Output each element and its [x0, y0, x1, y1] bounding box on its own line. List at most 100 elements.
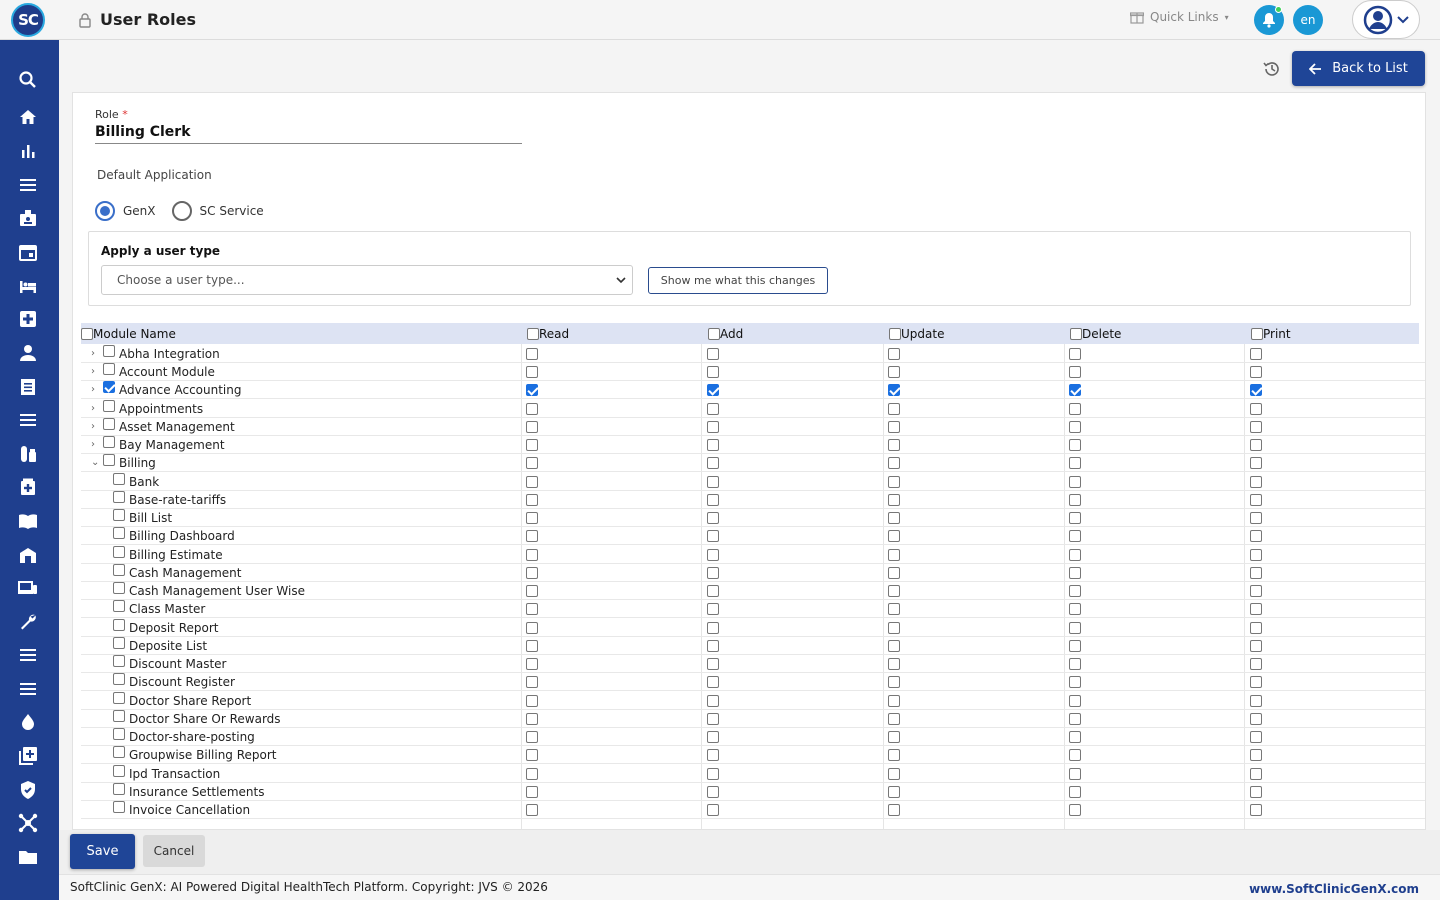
medical-plus-icon[interactable] — [18, 309, 38, 329]
person-icon[interactable] — [18, 343, 38, 363]
print-checkbox[interactable] — [1250, 694, 1262, 707]
module-checkbox[interactable] — [113, 655, 125, 668]
print-checkbox[interactable] — [1250, 548, 1262, 561]
delete-checkbox[interactable] — [1069, 767, 1081, 780]
print-checkbox[interactable] — [1250, 402, 1262, 415]
chevron-right-icon[interactable]: › — [91, 367, 99, 377]
delete-checkbox[interactable] — [1069, 475, 1081, 488]
read-checkbox[interactable] — [526, 767, 538, 780]
module-checkbox[interactable] — [113, 709, 125, 722]
read-checkbox[interactable] — [526, 566, 538, 579]
module-checkbox[interactable] — [113, 636, 125, 649]
update-checkbox[interactable] — [888, 731, 900, 744]
add-checkbox[interactable] — [707, 348, 719, 360]
save-button[interactable]: Save — [70, 834, 135, 869]
update-checkbox[interactable] — [888, 366, 900, 379]
delete-checkbox[interactable] — [1069, 530, 1081, 543]
print-checkbox[interactable] — [1250, 676, 1262, 689]
update-checkbox[interactable] — [888, 639, 900, 652]
read-checkbox[interactable] — [526, 457, 538, 470]
read-checkbox[interactable] — [526, 603, 538, 616]
print-checkbox[interactable] — [1250, 566, 1262, 579]
bed-icon[interactable] — [18, 276, 38, 296]
read-checkbox[interactable] — [526, 384, 538, 397]
print-checkbox[interactable] — [1250, 712, 1262, 725]
back-to-list-button[interactable]: Back to List — [1292, 51, 1425, 86]
update-checkbox[interactable] — [888, 785, 900, 798]
module-checkbox[interactable] — [103, 399, 115, 412]
read-checkbox[interactable] — [526, 749, 538, 762]
delete-checkbox[interactable] — [1069, 749, 1081, 762]
delete-checkbox[interactable] — [1069, 348, 1081, 360]
print-checkbox[interactable] — [1250, 585, 1262, 598]
print-checkbox[interactable] — [1250, 749, 1262, 762]
add-checkbox[interactable] — [707, 712, 719, 725]
print-checkbox[interactable] — [1250, 530, 1262, 543]
history-icon[interactable] — [1262, 59, 1282, 79]
module-checkbox[interactable] — [113, 563, 125, 576]
select-all-checkbox[interactable] — [81, 327, 93, 340]
user-type-select[interactable]: Choose a user type... — [101, 265, 633, 295]
chevron-down-icon[interactable]: ⌄ — [91, 458, 99, 468]
menu-icon[interactable] — [18, 645, 38, 665]
module-checkbox[interactable] — [103, 381, 115, 394]
update-checkbox[interactable] — [888, 603, 900, 616]
delete-checkbox[interactable] — [1069, 639, 1081, 652]
module-checkbox[interactable] — [103, 454, 115, 467]
add-checkbox[interactable] — [707, 512, 719, 525]
list-doc-icon[interactable] — [18, 377, 38, 397]
module-checkbox[interactable] — [103, 363, 115, 376]
add-checkbox[interactable] — [707, 420, 719, 433]
delete-checkbox[interactable] — [1069, 785, 1081, 798]
print-checkbox[interactable] — [1250, 439, 1262, 452]
read-checkbox[interactable] — [526, 348, 538, 360]
delete-checkbox[interactable] — [1069, 548, 1081, 561]
select-all-checkbox[interactable] — [1251, 327, 1263, 340]
delete-checkbox[interactable] — [1069, 512, 1081, 525]
badge-icon[interactable] — [18, 208, 38, 228]
add-checkbox[interactable] — [707, 585, 719, 598]
add-checkbox[interactable] — [707, 749, 719, 762]
profile-menu[interactable] — [1352, 0, 1420, 39]
chevron-right-icon[interactable]: › — [91, 385, 99, 395]
module-checkbox[interactable] — [113, 472, 125, 485]
delete-checkbox[interactable] — [1069, 731, 1081, 744]
add-checkbox[interactable] — [707, 621, 719, 634]
read-checkbox[interactable] — [526, 676, 538, 689]
module-checkbox[interactable] — [113, 618, 125, 631]
network-icon[interactable] — [18, 813, 38, 833]
chevron-right-icon[interactable]: › — [91, 403, 99, 414]
read-checkbox[interactable] — [526, 475, 538, 488]
menu-icon[interactable] — [18, 410, 38, 430]
delete-checkbox[interactable] — [1069, 439, 1081, 452]
module-checkbox[interactable] — [113, 673, 125, 686]
update-checkbox[interactable] — [888, 530, 900, 543]
home-icon[interactable] — [18, 107, 38, 127]
update-checkbox[interactable] — [888, 493, 900, 506]
notifications-button[interactable] — [1254, 5, 1284, 35]
read-checkbox[interactable] — [526, 420, 538, 433]
menu-icon[interactable] — [18, 175, 38, 195]
read-checkbox[interactable] — [526, 585, 538, 598]
read-checkbox[interactable] — [526, 493, 538, 506]
module-checkbox[interactable] — [103, 436, 115, 449]
print-checkbox[interactable] — [1250, 420, 1262, 433]
update-checkbox[interactable] — [888, 621, 900, 634]
update-checkbox[interactable] — [888, 512, 900, 525]
add-checkbox[interactable] — [707, 731, 719, 744]
radio-genx[interactable] — [95, 201, 115, 221]
delete-checkbox[interactable] — [1069, 603, 1081, 616]
select-all-checkbox[interactable] — [889, 327, 901, 340]
read-checkbox[interactable] — [526, 804, 538, 816]
delete-checkbox[interactable] — [1069, 712, 1081, 725]
pharmacy-icon[interactable] — [18, 444, 38, 464]
delete-checkbox[interactable] — [1069, 585, 1081, 598]
print-checkbox[interactable] — [1250, 493, 1262, 506]
quick-links[interactable]: Quick Links ▾ — [1130, 10, 1229, 24]
read-checkbox[interactable] — [526, 548, 538, 561]
language-button[interactable]: en — [1293, 5, 1323, 35]
update-checkbox[interactable] — [888, 384, 900, 397]
module-checkbox[interactable] — [113, 527, 125, 540]
search-icon[interactable] — [18, 70, 38, 90]
select-all-checkbox[interactable] — [1070, 327, 1082, 340]
